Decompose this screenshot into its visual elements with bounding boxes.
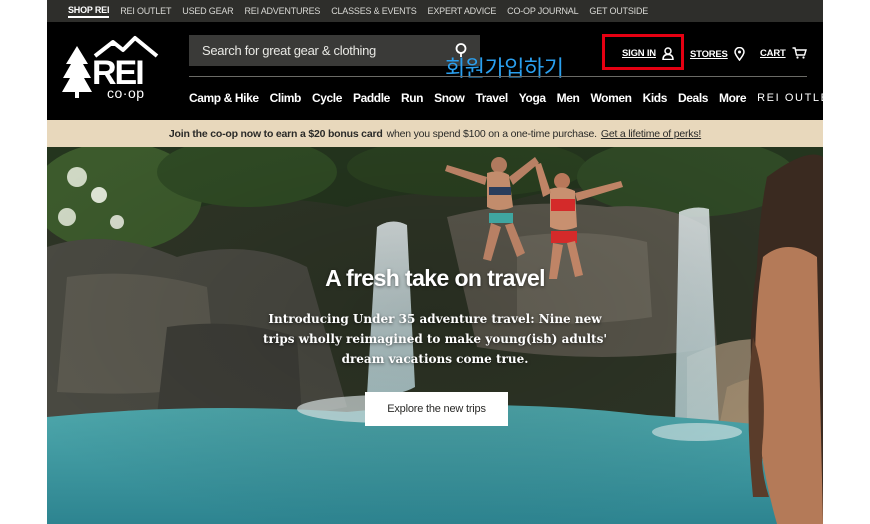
promo-link[interactable]: Get a lifetime of perks! xyxy=(601,128,701,140)
promo-text: when you spend $100 on a one-time purcha… xyxy=(386,127,598,140)
nav-camp-hike[interactable]: Camp & Hike xyxy=(189,91,259,105)
nav-kids[interactable]: Kids xyxy=(643,91,668,105)
highlight-box-annotation xyxy=(602,34,684,70)
stores-label: STORES xyxy=(690,48,728,60)
promo-bold-text: Join the co-op now to earn a $20 bonus c… xyxy=(168,127,383,140)
hero-description: Introducing Under 35 adventure travel: N… xyxy=(262,312,608,366)
nav-run[interactable]: Run xyxy=(401,91,424,105)
utility-link-shop-rei[interactable]: SHOP REI xyxy=(68,5,109,18)
stores-link[interactable]: STORES xyxy=(690,47,745,61)
utility-link-rei-outlet[interactable]: REI OUTLET xyxy=(120,6,171,16)
utility-link-rei-adventures[interactable]: REI ADVENTURES xyxy=(244,6,320,16)
hero-title: A fresh take on travel xyxy=(325,265,545,291)
utility-link-expert-advice[interactable]: EXPERT ADVICE xyxy=(428,6,497,16)
search-bar xyxy=(189,35,480,66)
nav-snow[interactable]: Snow xyxy=(434,91,465,105)
rei-logo[interactable]: REI co·op xyxy=(61,34,171,102)
utility-nav: SHOP REI REI OUTLET USED GEAR REI ADVENT… xyxy=(47,0,823,22)
cart-label: CART xyxy=(760,47,786,59)
cart-icon xyxy=(792,47,807,59)
utility-link-used-gear[interactable]: USED GEAR xyxy=(182,6,233,16)
nav-climb[interactable]: Climb xyxy=(270,91,302,105)
rei-logo-mark: REI co·op xyxy=(62,36,159,101)
nav-women[interactable]: Women xyxy=(590,91,632,105)
main-nav: Camp & Hike Climb Cycle Paddle Run Snow … xyxy=(189,91,823,105)
cart-link[interactable]: CART xyxy=(760,47,807,59)
utility-link-get-outside[interactable]: GET OUTSIDE xyxy=(589,6,648,16)
site-header: REI co·op SIGN IN 회원가입하기 STORES CART Cam xyxy=(47,22,823,120)
nav-paddle[interactable]: Paddle xyxy=(353,91,390,105)
promo-banner: Join the co-op now to earn a $20 bonus c… xyxy=(47,120,823,147)
header-divider xyxy=(189,76,807,77)
logo-subtext: co·op xyxy=(107,85,145,101)
nav-travel[interactable]: Travel xyxy=(476,91,509,105)
nav-rei-outlet[interactable]: REI OUTLET xyxy=(757,92,823,104)
nav-cycle[interactable]: Cycle xyxy=(312,91,342,105)
utility-link-classes-events[interactable]: CLASSES & EVENTS xyxy=(331,6,417,16)
explore-trips-button[interactable]: Explore the new trips xyxy=(365,392,508,426)
utility-link-coop-journal[interactable]: CO-OP JOURNAL xyxy=(507,6,578,16)
nav-more[interactable]: More xyxy=(719,91,746,105)
hero-banner: A fresh take on travel Introducing Under… xyxy=(47,147,823,524)
browser-viewport: SHOP REI REI OUTLET USED GEAR REI ADVENT… xyxy=(47,0,823,524)
nav-men[interactable]: Men xyxy=(557,91,580,105)
nav-deals[interactable]: Deals xyxy=(678,91,708,105)
location-pin-icon xyxy=(733,47,745,61)
search-input[interactable] xyxy=(202,43,452,58)
nav-yoga[interactable]: Yoga xyxy=(519,91,546,105)
korean-annotation-text: 회원가입하기 xyxy=(445,57,564,82)
